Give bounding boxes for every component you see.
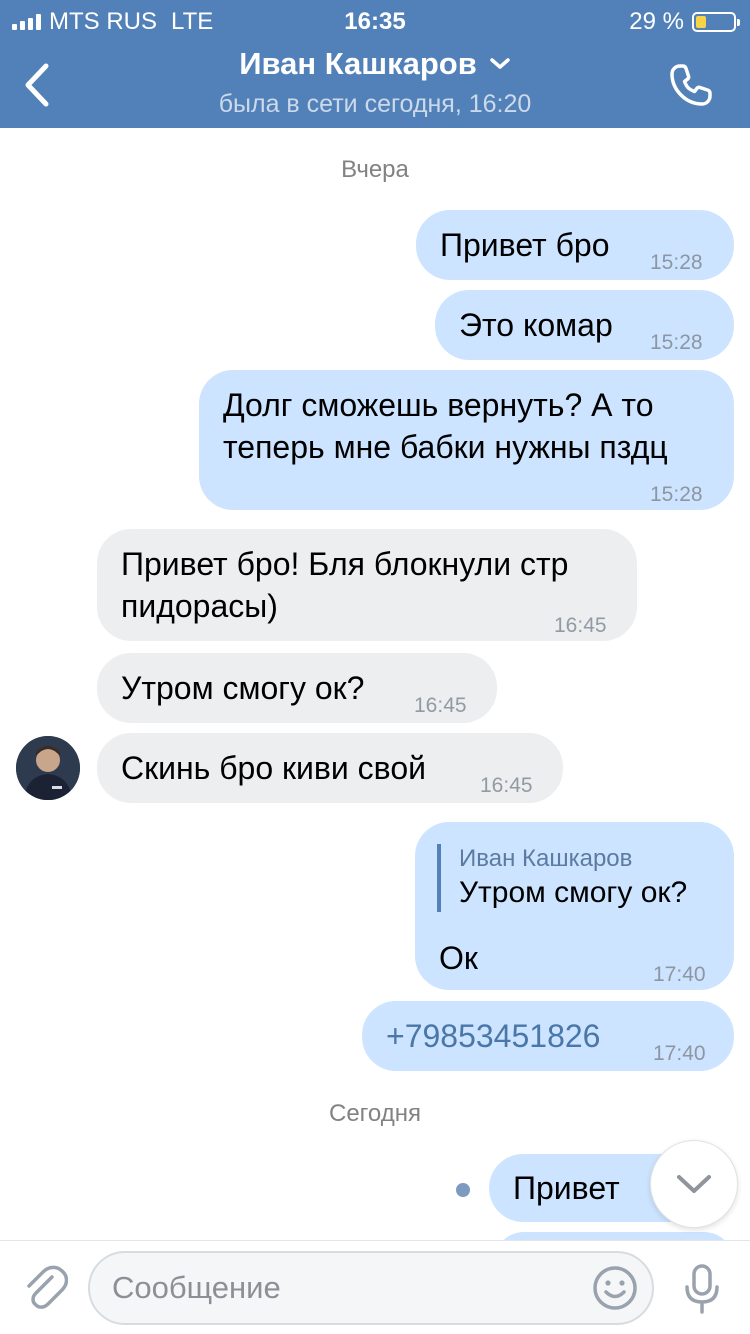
chevron-down-icon bbox=[490, 58, 510, 69]
message-text: Привет бро bbox=[440, 227, 610, 263]
message-time: 15:28 bbox=[650, 251, 703, 274]
message-bubble[interactable]: +79853451826 17:40 bbox=[362, 1001, 734, 1071]
message-time: 15:28 bbox=[650, 483, 703, 506]
scroll-down-button[interactable] bbox=[650, 1140, 738, 1228]
message-list[interactable]: Вчера Привет бро 15:28 Это комар 15:28 Д… bbox=[0, 128, 750, 1240]
battery-percent: 29 % bbox=[629, 8, 684, 35]
status-bar: MTS RUS LTE 16:35 29 % bbox=[0, 0, 750, 40]
emoji-button[interactable] bbox=[592, 1265, 638, 1311]
paperclip-icon bbox=[27, 1265, 69, 1309]
reply-author: Иван Кашкаров bbox=[459, 845, 633, 872]
message-time: 15:28 bbox=[650, 331, 703, 354]
message-bubble[interactable]: Привет бро 15:28 bbox=[416, 210, 734, 280]
message-bubble[interactable]: Это комар 15:28 bbox=[435, 290, 734, 360]
message-input-wrapper[interactable] bbox=[88, 1251, 654, 1325]
message-text: Привет bbox=[513, 1170, 620, 1206]
contact-name-row[interactable]: Иван Кашкаров bbox=[239, 46, 511, 82]
last-seen: была в сети сегодня, 16:20 bbox=[218, 90, 532, 118]
message-time: 16:45 bbox=[414, 694, 467, 717]
avatar[interactable] bbox=[16, 736, 80, 800]
phone-number-link[interactable]: +79853451826 bbox=[386, 1016, 600, 1056]
message-input[interactable] bbox=[112, 1253, 582, 1323]
message-text-line: Долг сможешь вернуть? А то bbox=[223, 387, 654, 423]
contact-info[interactable]: Иван Кашкаров была в сети сегодня, 16:20 bbox=[0, 46, 750, 119]
message-bubble[interactable]: Скинь бро киви свой 16:45 bbox=[97, 733, 563, 803]
message-text: Утром смогу ок? bbox=[121, 670, 365, 706]
message-text: Это комар bbox=[459, 307, 613, 343]
smiley-icon bbox=[593, 1266, 637, 1310]
message-text-line: Привет бро! Бля блокнули стр bbox=[121, 546, 569, 582]
message-time: 17:40 bbox=[653, 1042, 706, 1065]
contact-name: Иван Кашкаров bbox=[239, 46, 477, 81]
phone-icon bbox=[670, 64, 712, 106]
message-bubble[interactable]: Долг сможешь вернуть? А то теперь мне ба… bbox=[199, 370, 734, 510]
message-bubble[interactable]: Утром смогу ок? 16:45 bbox=[97, 653, 497, 723]
chat-header: MTS RUS LTE 16:35 29 % Иван Кашкаров был… bbox=[0, 0, 750, 128]
status-right: 29 % bbox=[629, 8, 740, 36]
message-text-line: теперь мне бабки нужны пздц bbox=[223, 429, 668, 465]
chevron-down-icon bbox=[677, 1175, 711, 1193]
reply-quote[interactable]: Иван Кашкаров Утром смогу ок? bbox=[437, 844, 687, 912]
microphone-icon bbox=[685, 1264, 719, 1314]
reply-text: Утром смогу ок? bbox=[459, 876, 688, 909]
message-time: 17:40 bbox=[653, 963, 706, 986]
message-time: 16:45 bbox=[480, 774, 533, 797]
attach-button[interactable] bbox=[22, 1263, 69, 1313]
date-separator: Сегодня bbox=[329, 1100, 421, 1127]
call-button[interactable] bbox=[666, 60, 716, 110]
date-separator: Вчера bbox=[341, 156, 409, 183]
message-time: 16:45 bbox=[554, 614, 607, 637]
message-bubble[interactable] bbox=[494, 1232, 734, 1240]
message-bubble[interactable]: Привет бро! Бля блокнули стр пидорасы) 1… bbox=[97, 529, 637, 641]
contact-photo bbox=[16, 736, 80, 800]
battery-icon bbox=[692, 12, 740, 32]
message-text: Ок bbox=[439, 940, 478, 976]
voice-message-button[interactable] bbox=[682, 1263, 722, 1315]
unread-indicator bbox=[456, 1183, 470, 1197]
message-composer bbox=[0, 1240, 750, 1334]
message-text-line: пидорасы) bbox=[121, 588, 278, 624]
message-bubble[interactable]: Иван Кашкаров Утром смогу ок? Ок 17:40 bbox=[415, 822, 734, 990]
message-text: Скинь бро киви свой bbox=[121, 750, 426, 786]
